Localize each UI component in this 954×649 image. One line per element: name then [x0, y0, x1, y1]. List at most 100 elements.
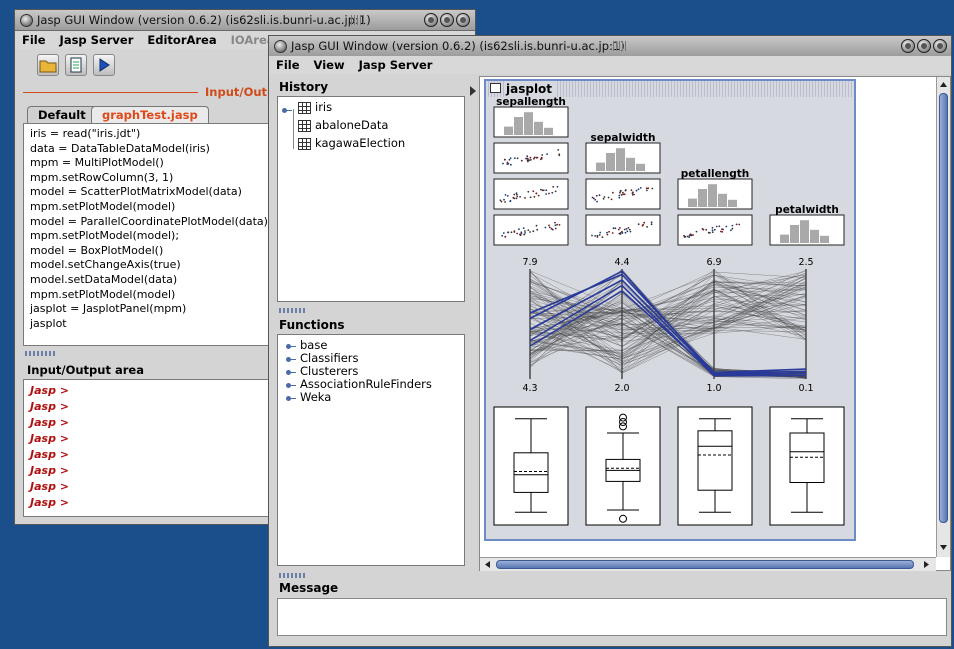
menu-jasp-server[interactable]: Jasp Server [53, 31, 141, 49]
scatter-point [546, 153, 548, 155]
axis-min-label: 2.0 [614, 383, 629, 394]
scatter-point [527, 229, 530, 232]
scatter-point [548, 226, 551, 229]
scatter-point [596, 200, 598, 203]
code-editor[interactable]: iris = read("iris.jdt") data = DataTableD… [23, 123, 275, 346]
menu-editor-area[interactable]: EditorArea [140, 31, 223, 49]
scatter-point [504, 201, 506, 203]
split-handle[interactable] [25, 351, 55, 356]
vertical-scroll-thumb[interactable] [939, 93, 948, 523]
close-icon[interactable] [456, 13, 470, 27]
minimize-icon[interactable] [901, 39, 915, 53]
scatter-point [516, 157, 519, 160]
io-area[interactable]: Jasp > Jasp > Jasp > Jasp > Jasp > Jasp > Jasp… [23, 379, 275, 517]
left-window-titlebar[interactable]: Jasp GUI Window (version 0.6.2) (is62sli… [15, 10, 475, 31]
scatter-point [731, 227, 734, 230]
scatter-point [610, 198, 613, 201]
scroll-left-icon[interactable] [482, 558, 494, 571]
scatter-point [556, 185, 559, 188]
scatter-point [509, 200, 512, 203]
scatter-point [641, 224, 644, 227]
io-prompt: Jasp > [30, 384, 69, 397]
panel-collapse-arrow[interactable] [470, 86, 476, 96]
histogram-bar [728, 199, 737, 207]
scatter-point [545, 189, 548, 192]
code-line: jasplot [30, 316, 67, 330]
open-folder-button[interactable] [37, 54, 59, 76]
horizontal-scrollbar[interactable] [480, 557, 936, 571]
scatter-point [646, 226, 648, 228]
new-document-button[interactable] [65, 54, 87, 76]
scatter-point [510, 231, 513, 234]
scatter-point [513, 197, 516, 200]
scatter-point [558, 224, 561, 226]
history-item-abalone[interactable]: abaloneData [298, 117, 388, 133]
split-handle[interactable] [279, 573, 305, 578]
scatter-point [504, 235, 507, 238]
horizontal-scroll-thumb[interactable] [496, 560, 914, 569]
left-window-title: Jasp GUI Window (version 0.6.2) (is62sli… [37, 13, 371, 27]
scatter-cell [585, 214, 661, 246]
vertical-scrollbar[interactable] [936, 77, 950, 557]
scatter-point [612, 191, 614, 194]
scroll-up-icon[interactable] [937, 79, 950, 91]
menu-jasp-server[interactable]: Jasp Server [352, 56, 440, 74]
scatter-point [718, 225, 721, 228]
scatter-point [617, 228, 620, 231]
split-handle[interactable] [279, 308, 305, 313]
open-folder-icon [39, 60, 57, 73]
scatter-point [524, 230, 526, 232]
maximize-icon[interactable] [440, 13, 454, 27]
tab-default[interactable]: Default [27, 106, 97, 123]
scatter-point [535, 192, 538, 195]
window-menu-icon[interactable] [20, 14, 33, 27]
history-item-iris[interactable]: iris [298, 99, 332, 115]
scatter-point [622, 193, 624, 196]
axis-max-label: 6.9 [706, 257, 721, 268]
tree-knob-icon [286, 381, 296, 389]
scatter-point [591, 234, 593, 237]
tab-graphtest[interactable]: graphTest.jasp [91, 106, 209, 123]
function-weka[interactable]: Weka [286, 389, 331, 405]
message-area[interactable] [277, 598, 947, 636]
menu-view[interactable]: View [307, 56, 352, 74]
jasplot-title: jasplot [506, 81, 557, 97]
menu-file[interactable]: File [269, 56, 307, 74]
menu-file[interactable]: File [15, 31, 53, 49]
minimize-icon[interactable] [424, 13, 438, 27]
code-line: mpm.setRowColumn(3, 1) [30, 170, 174, 184]
variable-label: petallength [681, 168, 750, 180]
scatter-point [598, 234, 601, 236]
right-window-titlebar[interactable]: Jasp GUI Window (version 0.6.2) (is62sli… [269, 36, 951, 57]
scroll-down-icon[interactable] [937, 541, 950, 553]
scatter-point [524, 197, 526, 199]
scatter-point [544, 226, 547, 229]
variable-label: petalwidth [775, 204, 839, 216]
close-icon[interactable] [933, 39, 947, 53]
scatter-point [619, 233, 622, 235]
scatter-point [554, 190, 557, 193]
scatter-point [633, 193, 635, 196]
scatter-cell [493, 214, 569, 246]
io-prompt: Jasp > [30, 416, 69, 429]
scatter-point [515, 197, 518, 200]
code-line: mpm.setPlotModel(model) [30, 287, 176, 301]
functions-panel: base Classifiers Clusterers AssociationR… [277, 334, 465, 566]
frame-icon [490, 83, 501, 93]
scatter-point [556, 223, 558, 226]
code-line: model = BoxPlotModel() [30, 243, 164, 257]
histogram-bar [596, 162, 605, 171]
maximize-icon[interactable] [917, 39, 931, 53]
jasplot-titlebar[interactable]: jasplot [486, 81, 854, 97]
history-item-kagawa[interactable]: kagawaElection [298, 135, 405, 151]
scatter-point [548, 192, 550, 195]
io-prompt: Jasp > [30, 496, 69, 509]
scatter-point [526, 155, 529, 158]
scatter-point [596, 234, 599, 237]
window-menu-icon[interactable] [274, 40, 287, 53]
scatter-point [692, 234, 694, 236]
scroll-right-icon[interactable] [920, 558, 932, 571]
variable-label: sepalwidth [591, 132, 656, 144]
scatter-point [631, 192, 634, 194]
run-button[interactable] [93, 54, 115, 76]
